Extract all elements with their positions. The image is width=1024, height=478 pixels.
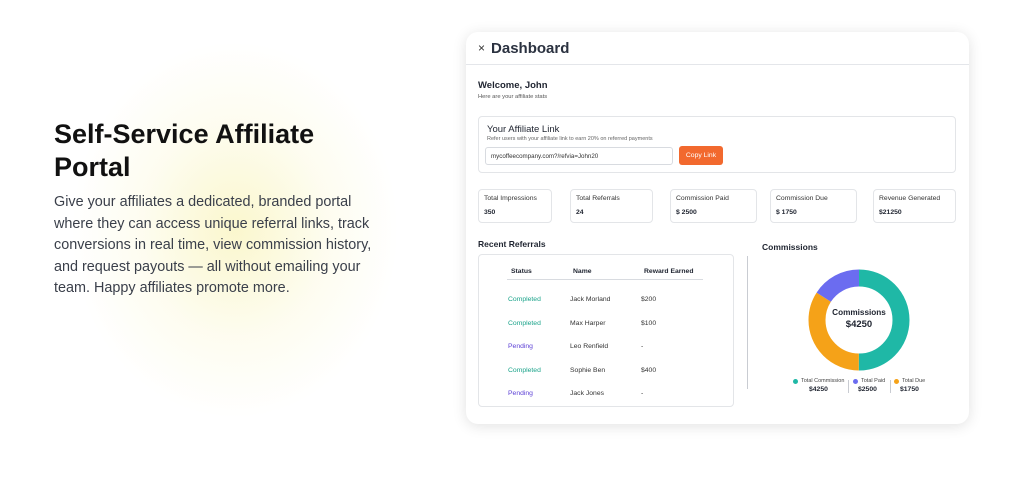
table-row: Pending Jack Jones - (479, 390, 735, 402)
close-icon[interactable]: × (478, 41, 485, 55)
legend-dot-icon (793, 378, 798, 384)
table-header: Status Name Reward Earned (507, 265, 703, 280)
row-status: Completed (508, 367, 541, 374)
hero-title: Self-Service Affiliate Portal (54, 119, 315, 182)
legend-label: Total Paid (861, 378, 886, 384)
legend-label: Total Due (902, 378, 926, 384)
stat-card-total-referrals: Total Referrals 24 (570, 189, 653, 223)
dashboard-card: × Dashboard Welcome, John Here are your … (466, 32, 969, 424)
row-reward: $400 (641, 367, 657, 374)
section-divider (747, 256, 748, 389)
stat-card-total-impressions: Total Impressions 350 (478, 189, 552, 223)
stat-value: 24 (576, 209, 584, 216)
affiliate-link-title: Your Affiliate Link (487, 124, 560, 135)
hero-section: Self-Service Affiliate Portal Give your … (54, 118, 374, 300)
stat-label: Revenue Generated (879, 195, 941, 202)
row-reward: $200 (641, 296, 657, 303)
row-status: Completed (508, 296, 541, 303)
row-status: Pending (508, 343, 533, 350)
donut-center-label: Commissions (832, 308, 886, 317)
stat-card-revenue-generated: Revenue Generated $21250 (873, 189, 956, 223)
stat-value: $21250 (879, 209, 902, 216)
recent-referrals-title: Recent Referrals (478, 239, 546, 249)
table-row: Completed Jack Morland $200 (479, 296, 735, 308)
stat-label: Commission Due (776, 195, 828, 202)
welcome-subtitle: Here are your affiliate stats (478, 94, 548, 100)
column-header-name: Name (573, 268, 592, 275)
legend-label: Total Commission (801, 378, 845, 384)
stat-card-commission-paid: Commission Paid $ 2500 (670, 189, 757, 223)
commissions-title: Commissions (762, 242, 818, 252)
legend-value: $1750 (900, 386, 919, 393)
column-header-status: Status (511, 268, 532, 275)
legend-separator (890, 380, 891, 393)
affiliate-link-input[interactable]: mycoffeecompany.com?/refvia=John20 (485, 147, 673, 165)
legend-dot-icon (894, 378, 899, 384)
column-header-reward: Reward Earned (644, 268, 694, 275)
row-name: Leo Renfield (570, 343, 609, 350)
row-reward: - (641, 343, 644, 350)
stat-label: Total Impressions (484, 195, 537, 202)
row-name: Sophie Ben (570, 367, 606, 374)
legend-item-total-paid: Total Paid (853, 378, 885, 384)
affiliate-link-panel: Your Affiliate Link Refer users with you… (478, 116, 956, 173)
row-status: Pending (508, 390, 533, 397)
row-name: Max Harper (570, 320, 606, 327)
row-name: Jack Morland (570, 296, 611, 303)
row-reward: $100 (641, 320, 657, 327)
table-row: Completed Sophie Ben $400 (479, 367, 735, 379)
stat-value: $ 1750 (776, 209, 797, 216)
stat-value: 350 (484, 209, 496, 216)
donut-center: Commissions $4250 (807, 308, 911, 330)
legend-item-total-due: Total Due (894, 378, 925, 384)
stat-label: Total Referrals (576, 195, 620, 202)
welcome-heading: Welcome, John (478, 80, 548, 91)
row-name: Jack Jones (570, 390, 605, 397)
copy-link-button[interactable]: Copy Link (679, 146, 723, 165)
legend-dot-icon (853, 378, 858, 384)
recent-referrals-table: Status Name Reward Earned Completed Jack… (478, 254, 734, 407)
legend-value: $2500 (858, 386, 877, 393)
legend-value: $4250 (809, 386, 828, 393)
table-row: Completed Max Harper $100 (479, 320, 735, 332)
legend-separator (848, 380, 849, 393)
dashboard-title: Dashboard (491, 39, 570, 57)
table-row: Pending Leo Renfield - (479, 343, 735, 355)
row-reward: - (641, 390, 644, 397)
stat-label: Commission Paid (676, 195, 729, 202)
stat-value: $ 2500 (676, 209, 697, 216)
donut-center-value: $4250 (845, 319, 873, 330)
row-status: Completed (508, 320, 541, 327)
affiliate-link-subtitle: Refer users with your affiliate link to … (487, 136, 653, 142)
dashboard-header: × Dashboard (466, 32, 969, 65)
stat-card-commission-due: Commission Due $ 1750 (770, 189, 857, 223)
hero-description: Give your affiliates a dedicated, brande… (54, 194, 372, 297)
legend-item-total-commission: Total Commission (793, 378, 844, 384)
